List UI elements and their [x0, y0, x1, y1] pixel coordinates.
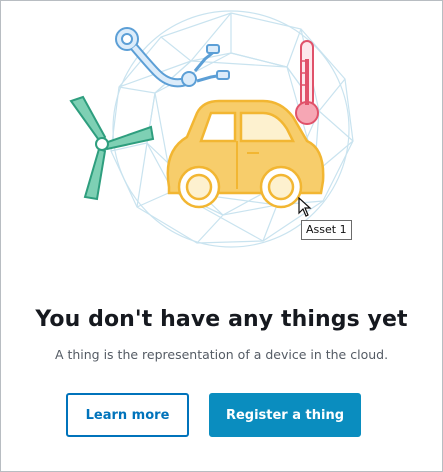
asset-tooltip: Asset 1 [301, 220, 352, 240]
empty-state-title: You don't have any things yet [35, 307, 408, 332]
learn-more-button[interactable]: Learn more [66, 393, 189, 437]
devices-illustration [69, 10, 354, 248]
empty-state-panel: Asset 1 You don't have any things yet A … [0, 0, 443, 472]
empty-state-description: A thing is the representation of a devic… [54, 347, 389, 362]
mouse-pointer-icon [298, 197, 312, 217]
thermometer-icon [295, 40, 319, 125]
register-thing-button[interactable]: Register a thing [209, 393, 361, 437]
